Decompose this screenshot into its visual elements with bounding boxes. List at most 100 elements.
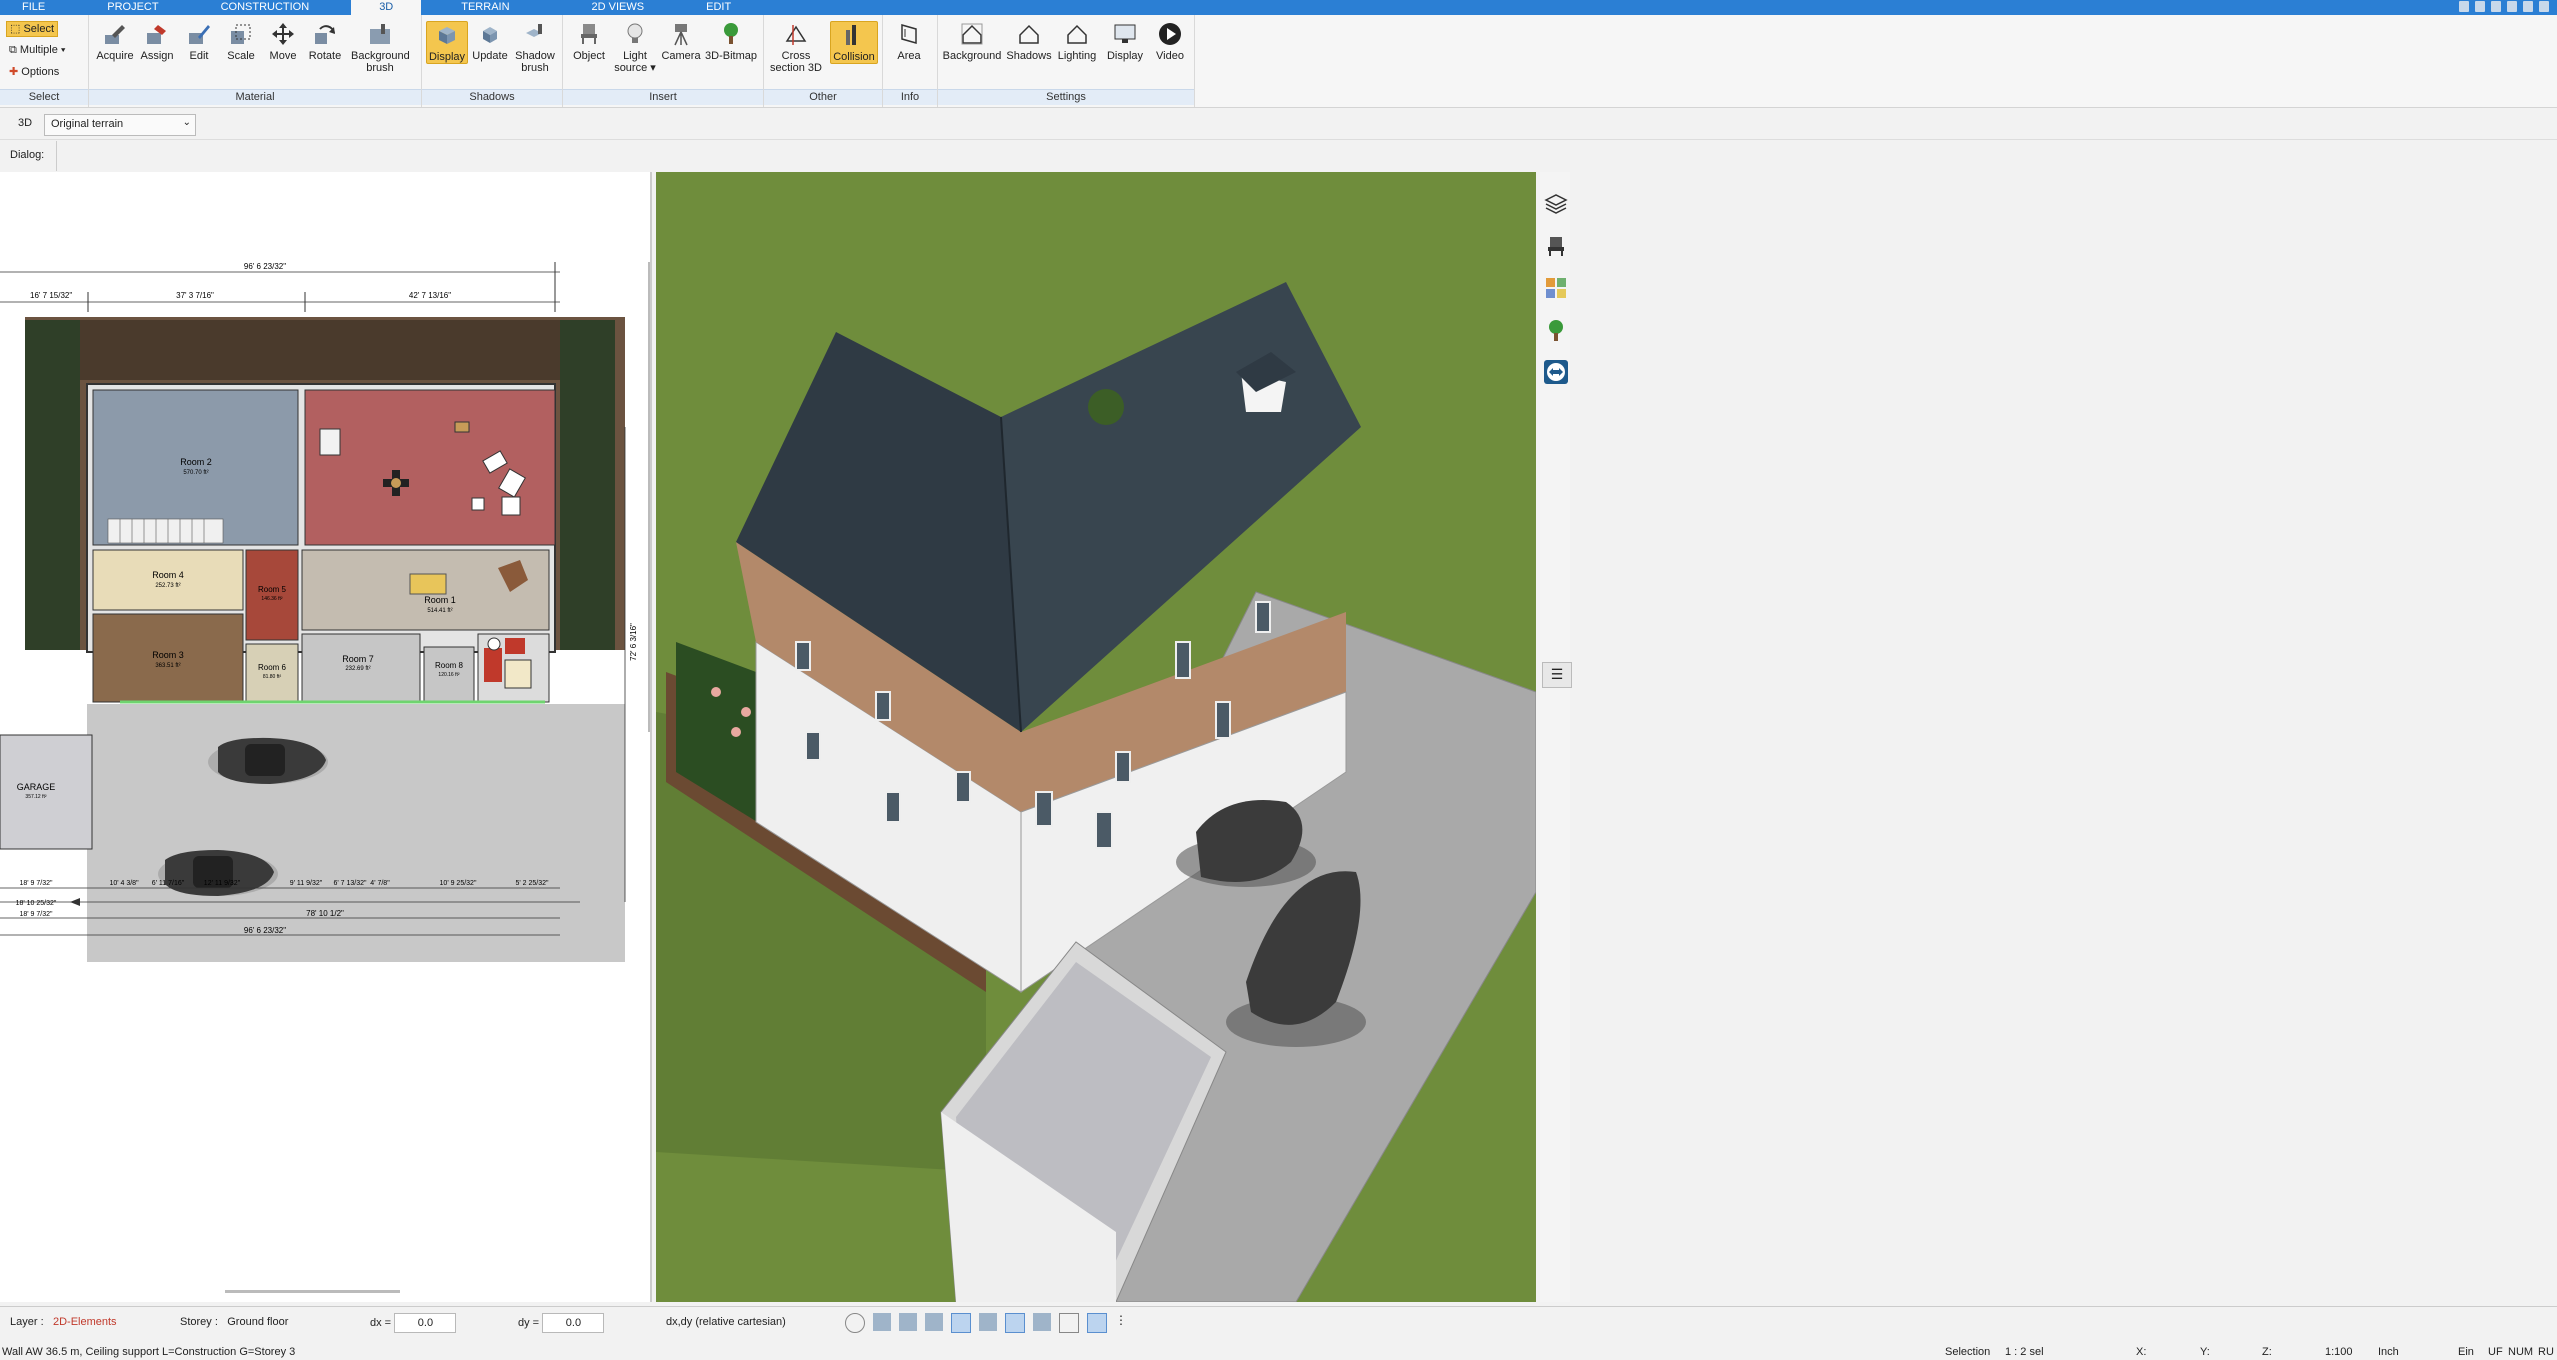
edit-material-button[interactable]: Edit [179,21,219,62]
room-1-area: 514.41 ft² [427,608,452,614]
minimize-icon[interactable] [2459,1,2469,12]
chair-icon [1548,237,1564,256]
maximize-icon[interactable] [2523,1,2533,12]
collision-button[interactable]: Collision [830,21,878,64]
dy-input[interactable]: 0.0 [542,1313,605,1333]
shadow-brush-button[interactable]: Shadow brush [512,21,558,74]
dim-b5: 6' 7 13/32" [333,880,367,887]
shadow-cube-icon [439,27,455,44]
restore-icon[interactable] [2475,1,2485,12]
tab-2d-views[interactable]: 2D VIEWS [532,0,667,15]
shadows-display-button[interactable]: Display [426,21,468,64]
grid-icon[interactable] [1059,1313,1079,1333]
other-group-label: Other [764,89,882,105]
light-source-button[interactable]: Light source ▾ [613,21,657,74]
multiple-button[interactable]: ⧉ Multiple ▾ [6,43,69,57]
floor-plan-view[interactable]: 96' 6 23/32" 16' 7 15/32" 37' 3 7/16" 42… [0,172,652,1302]
more-icon[interactable]: ⋮ [1115,1313,1127,1331]
room-3-label: Room 3 [152,650,184,660]
select-group: ⬚ Select ⧉ Multiple ▾ ✚ Options Select [0,15,89,107]
floor-plan-canvas[interactable]: 96' 6 23/32" 16' 7 15/32" 37' 3 7/16" 42… [0,172,650,1302]
background-settings-button[interactable]: Background [942,21,1002,62]
dim-b1: 10' 4 3/8" [109,880,139,887]
scale-button[interactable]: Scale [221,21,261,62]
acquire-button[interactable]: Acquire [95,21,135,62]
tab-construction[interactable]: CONSTRUCTION [181,0,332,15]
mode-label: 3D [18,117,33,129]
cross-section-3d-button[interactable]: Cross section 3D [768,21,824,74]
room-4-area: 252.73 ft² [155,583,180,589]
3d-canvas[interactable] [656,172,1537,1303]
dx-input[interactable]: 0.0 [394,1313,457,1333]
object-snap-icon[interactable] [925,1313,943,1331]
dim-bottom-mid: 78' 10 1/2" [306,909,344,918]
terrain-select[interactable]: Original terrain ⌄ [44,114,196,136]
insert-object-button[interactable]: Object [567,21,611,62]
y-coord: Y: [2200,1346,2210,1358]
layers-button[interactable] [1544,192,1568,216]
dim-b3: 12' 11 9/32" [204,880,241,887]
coord-mode-select[interactable]: dx,dy (relative cartesian) [660,1313,802,1331]
update-cube-icon [483,27,497,43]
dim-b6: 4' 7/8" [370,880,390,887]
tab-3d[interactable]: 3D [351,0,422,15]
hatch-icon[interactable] [1033,1313,1051,1331]
3d-bitmap-button[interactable]: 3D-Bitmap [703,21,759,62]
tab-file[interactable]: FILE [0,0,67,15]
ortho-icon[interactable] [899,1313,917,1331]
material-group: Acquire Assign Edit Scale Move Rotate Ba… [89,15,422,107]
shadows-group: Display Update Shadow brush Shadows [422,15,563,107]
background-brush-button[interactable]: Background brush [351,21,410,74]
layers-icon [1544,194,1568,214]
settings-icon[interactable] [2507,1,2517,12]
right-toolbar: ☰ [1540,172,1572,1302]
dialog-label: Dialog: [10,149,45,161]
teamviewer-button[interactable] [1544,360,1568,384]
area-button[interactable]: Area [889,21,929,62]
ru-indicator: RU [2538,1346,2554,1358]
camera-button[interactable]: Camera [661,21,701,62]
north-icon[interactable] [1087,1313,1107,1333]
dim-b8: 5' 2 25/32" [515,880,549,887]
plants-catalog-button[interactable] [1544,318,1568,342]
garage-area: 357.12 ft² [25,794,46,800]
wall-snap-icon[interactable] [1005,1313,1025,1333]
area-icon [901,24,917,44]
intersect-icon[interactable] [979,1313,997,1331]
display-settings-button[interactable]: Display [1102,21,1148,62]
angle-snap-icon[interactable] [951,1313,971,1333]
horizontal-scrollbar[interactable] [225,1290,400,1293]
panel-toggle-button[interactable]: ☰ [1542,662,1572,688]
room-2-label: Room 2 [180,457,212,467]
dim-bottom-left-2: 18' 10 25/32" [16,900,57,907]
shadows-settings-button[interactable]: Shadows [1006,21,1052,62]
shadows-update-button[interactable]: Update [470,21,510,62]
help-icon[interactable] [2491,1,2501,12]
video-button[interactable]: Video [1150,21,1190,62]
tab-project[interactable]: PROJECT [67,0,180,15]
3d-view[interactable] [656,172,1537,1303]
storey-select[interactable]: Ground floor [221,1313,333,1331]
move-button[interactable]: Move [263,21,303,62]
rotate-button[interactable]: Rotate [305,21,345,62]
assign-button[interactable]: Assign [137,21,177,62]
scale-value: 1:100 [2325,1346,2353,1358]
lighting-settings-button[interactable]: Lighting [1054,21,1100,62]
paint-bucket-icon [147,25,166,44]
select-button[interactable]: ⬚ Select [6,21,59,37]
dim-top-left: 37' 3 7/16" [176,291,214,300]
options-button[interactable]: ✚ Options [6,65,62,79]
tab-edit[interactable]: EDIT [666,0,753,15]
tab-terrain[interactable]: TERRAIN [421,0,531,15]
materials-catalog-button[interactable] [1544,276,1568,300]
select-group-label: Select [0,89,88,105]
snap-icon[interactable] [873,1313,891,1331]
settings-group: Background Shadows Lighting Display Vide… [938,15,1195,107]
ribbon: ⬚ Select ⧉ Multiple ▾ ✚ Options Select A… [0,15,2557,108]
room-6-area: 81.80 ft² [263,674,282,680]
dim-top-far-left: 16' 7 15/32" [30,291,72,300]
close-icon[interactable] [2539,1,2549,12]
layer-select[interactable]: 2D-Elements [47,1313,159,1331]
furniture-catalog-button[interactable] [1544,234,1568,258]
clock-icon[interactable] [845,1313,865,1333]
